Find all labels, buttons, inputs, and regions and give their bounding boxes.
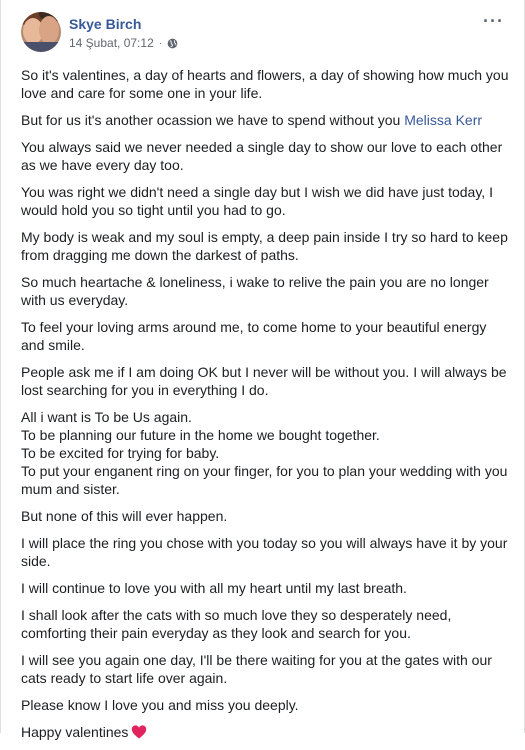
closing-text: Happy valentines	[21, 724, 129, 740]
post-paragraph-list: All i want is To be Us again. To be plan…	[21, 408, 511, 498]
post-body: So it's valentines, a day of hearts and …	[21, 66, 511, 750]
more-options-button[interactable]: ···	[483, 12, 504, 30]
heart-icon	[132, 725, 147, 739]
post-paragraph: To feel your loving arms around me, to c…	[21, 319, 487, 353]
globe-icon[interactable]	[167, 38, 178, 49]
post-paragraph-tagged: But for us it's another ocassion we have…	[21, 111, 511, 129]
post-paragraph: My body is weak and my soul is empty, a …	[21, 229, 508, 263]
post-paragraph: So much heartache & loneliness, i wake t…	[21, 274, 489, 308]
post-paragraph: Please know I love you and miss you deep…	[21, 697, 299, 713]
post-paragraph: You was right we didn't need a single da…	[21, 184, 493, 218]
post-paragraph: People ask me if I am doing OK but I nev…	[21, 364, 507, 398]
meta-separator: ·	[158, 37, 163, 49]
post-paragraph: So it's valentines, a day of hearts and …	[21, 67, 509, 101]
list-line: To be excited for trying for baby.	[21, 445, 220, 461]
mention-link[interactable]: Melissa Kerr	[404, 112, 482, 128]
post-paragraph: I shall look after the cats with so much…	[21, 607, 452, 641]
tagged-line-text: But for us it's another ocassion we have…	[21, 112, 405, 128]
post-meta: 14 Şubat, 07:12 ·	[69, 36, 178, 50]
post-header: Skye Birch 14 Şubat, 07:12 · ···	[21, 12, 512, 58]
list-line: To put your enganent ring on your finger…	[21, 463, 508, 497]
post-paragraph: I will continue to love you with all my …	[21, 580, 407, 596]
post-paragraph: I will see you again one day, I'll be th…	[21, 652, 492, 686]
list-line: All i want is To be Us again.	[21, 409, 192, 425]
post-card: Skye Birch 14 Şubat, 07:12 · ··· So it's…	[0, 0, 525, 740]
list-line: To be planning our future in the home we…	[21, 427, 380, 443]
post-paragraph: You always said we never needed a single…	[21, 139, 503, 173]
post-paragraph-closing: Happy valentines	[21, 723, 511, 741]
post-paragraph: I will place the ring you chose with you…	[21, 535, 508, 569]
post-timestamp[interactable]: 14 Şubat, 07:12	[69, 36, 154, 50]
post-paragraph: But none of this will ever happen.	[21, 508, 228, 524]
author-name[interactable]: Skye Birch	[69, 16, 141, 32]
avatar[interactable]	[21, 12, 61, 52]
